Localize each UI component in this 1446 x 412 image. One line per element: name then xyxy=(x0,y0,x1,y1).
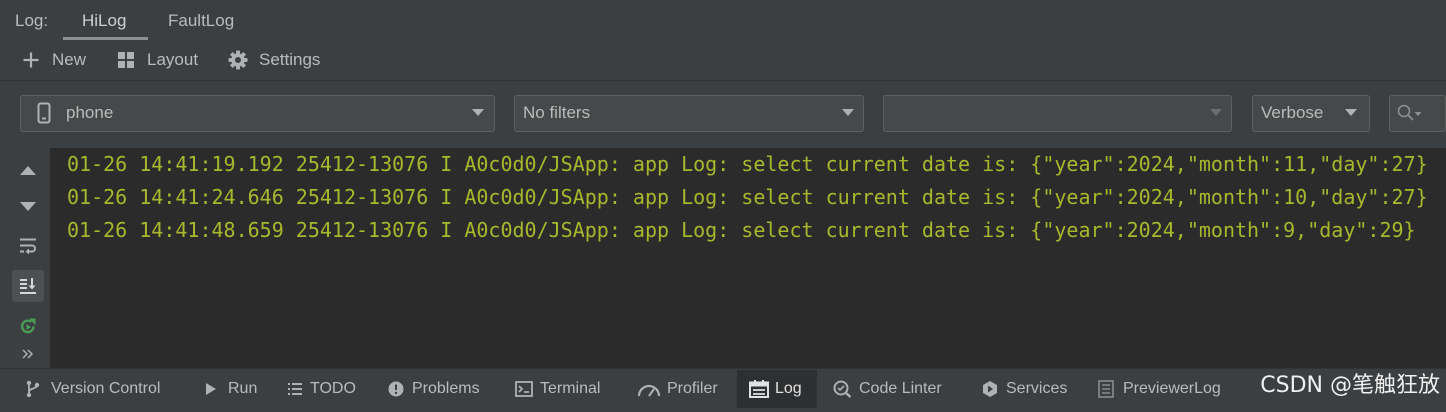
tab-hilog-label: HiLog xyxy=(82,11,127,30)
tool-window-label: Version Control xyxy=(51,380,161,397)
new-button-label: New xyxy=(52,50,87,69)
chevron-down-icon xyxy=(842,109,854,116)
tool-window-terminal[interactable]: Terminal xyxy=(508,370,614,408)
log-line: 01-26 14:41:24.646 25412-13076 I A0c0d0/… xyxy=(67,185,1428,209)
tool-window-label: Problems xyxy=(412,380,480,397)
tool-window-label: TODO xyxy=(310,380,356,397)
gear-icon xyxy=(228,50,248,70)
restart-icon xyxy=(20,318,36,334)
tool-window-version-control[interactable]: Version Control xyxy=(18,370,178,408)
log-line: 01-26 14:41:19.192 25412-13076 I A0c0d0/… xyxy=(67,152,1428,176)
grid-icon xyxy=(118,52,134,68)
tool-window-previewer-log[interactable]: PreviewerLog xyxy=(1091,370,1228,408)
phone-icon xyxy=(37,102,51,124)
log-output[interactable]: 01-26 14:41:19.192 25412-13076 I A0c0d0/… xyxy=(50,148,1446,368)
services-icon xyxy=(983,381,997,397)
more-actions-button[interactable] xyxy=(12,342,44,366)
previewer-log-icon xyxy=(1098,380,1114,398)
new-button[interactable]: New xyxy=(14,44,102,76)
tool-window-profiler[interactable]: Profiler xyxy=(630,370,730,408)
log-icon xyxy=(749,380,769,398)
log-filter-select-value: No filters xyxy=(523,103,591,122)
chevron-down-icon xyxy=(1210,109,1222,116)
soft-wrap-button[interactable] xyxy=(12,230,44,262)
log-level-select[interactable]: Verbose xyxy=(1252,95,1370,132)
scroll-to-end-button[interactable] xyxy=(12,270,44,302)
layout-button[interactable]: Layout xyxy=(110,44,212,76)
soft-wrap-icon xyxy=(20,238,36,255)
list-icon xyxy=(288,383,302,395)
plus-icon xyxy=(23,52,39,68)
restart-button[interactable] xyxy=(12,310,44,342)
tool-window-log[interactable]: Log xyxy=(737,370,817,408)
log-filter-select[interactable]: No filters xyxy=(514,95,864,132)
chevron-down-icon xyxy=(1345,109,1357,116)
log-tool-window: Log: HiLog FaultLog New Layout Settings … xyxy=(0,0,1446,412)
play-icon xyxy=(206,383,216,395)
process-select[interactable] xyxy=(883,95,1232,132)
tab-faultlog[interactable]: FaultLog xyxy=(150,0,260,40)
log-line: 01-26 14:41:48.659 25412-13076 I A0c0d0/… xyxy=(67,218,1416,242)
settings-button-label: Settings xyxy=(259,50,321,69)
tool-window-label: Profiler xyxy=(667,380,718,397)
branch-icon xyxy=(26,380,40,398)
tool-window-code-linter[interactable]: Code Linter xyxy=(826,370,956,408)
watermark: CSDN @笔触狂放 xyxy=(1260,373,1440,398)
selected-tab-indicator xyxy=(63,37,148,40)
tool-window-label: Log xyxy=(775,380,802,397)
tool-window-bar: Version Control Run TODO Problems Termin… xyxy=(0,368,1446,412)
terminal-icon xyxy=(515,381,533,397)
scroll-down-button[interactable] xyxy=(12,191,44,223)
log-level-select-value: Verbose xyxy=(1261,103,1324,122)
device-select-value: phone xyxy=(66,103,114,122)
layout-button-label: Layout xyxy=(147,50,199,69)
tab-faultlog-label: FaultLog xyxy=(168,11,235,30)
tool-window-label: Services xyxy=(1006,380,1068,397)
up-arrow-icon xyxy=(20,166,36,175)
code-linter-icon xyxy=(833,380,852,398)
tool-window-label: Terminal xyxy=(540,380,601,397)
scroll-to-end-icon xyxy=(20,278,36,294)
down-arrow-icon xyxy=(20,202,36,211)
chevron-down-icon xyxy=(472,109,484,116)
problems-icon xyxy=(388,381,404,397)
tool-window-label: Run xyxy=(228,380,258,397)
tab-hilog[interactable]: HiLog xyxy=(63,0,148,40)
toolbar-divider xyxy=(0,80,1446,81)
device-select[interactable]: phone xyxy=(20,95,495,132)
search-icon xyxy=(1397,104,1422,121)
log-side-toolbar xyxy=(0,148,50,368)
more-icon xyxy=(22,349,34,359)
tool-window-todo[interactable]: TODO xyxy=(280,370,364,408)
tool-window-services[interactable]: Services xyxy=(974,370,1074,408)
tool-window-label: PreviewerLog xyxy=(1123,380,1221,397)
tool-window-label: Code Linter xyxy=(859,380,942,397)
log-panel-title: Log: xyxy=(15,11,49,30)
settings-button[interactable]: Settings xyxy=(222,44,337,76)
search-input[interactable] xyxy=(1389,95,1446,132)
scroll-up-button[interactable] xyxy=(12,154,44,186)
gauge-icon xyxy=(637,384,661,397)
tool-window-run[interactable]: Run xyxy=(198,370,266,408)
tool-window-problems[interactable]: Problems xyxy=(381,370,491,408)
